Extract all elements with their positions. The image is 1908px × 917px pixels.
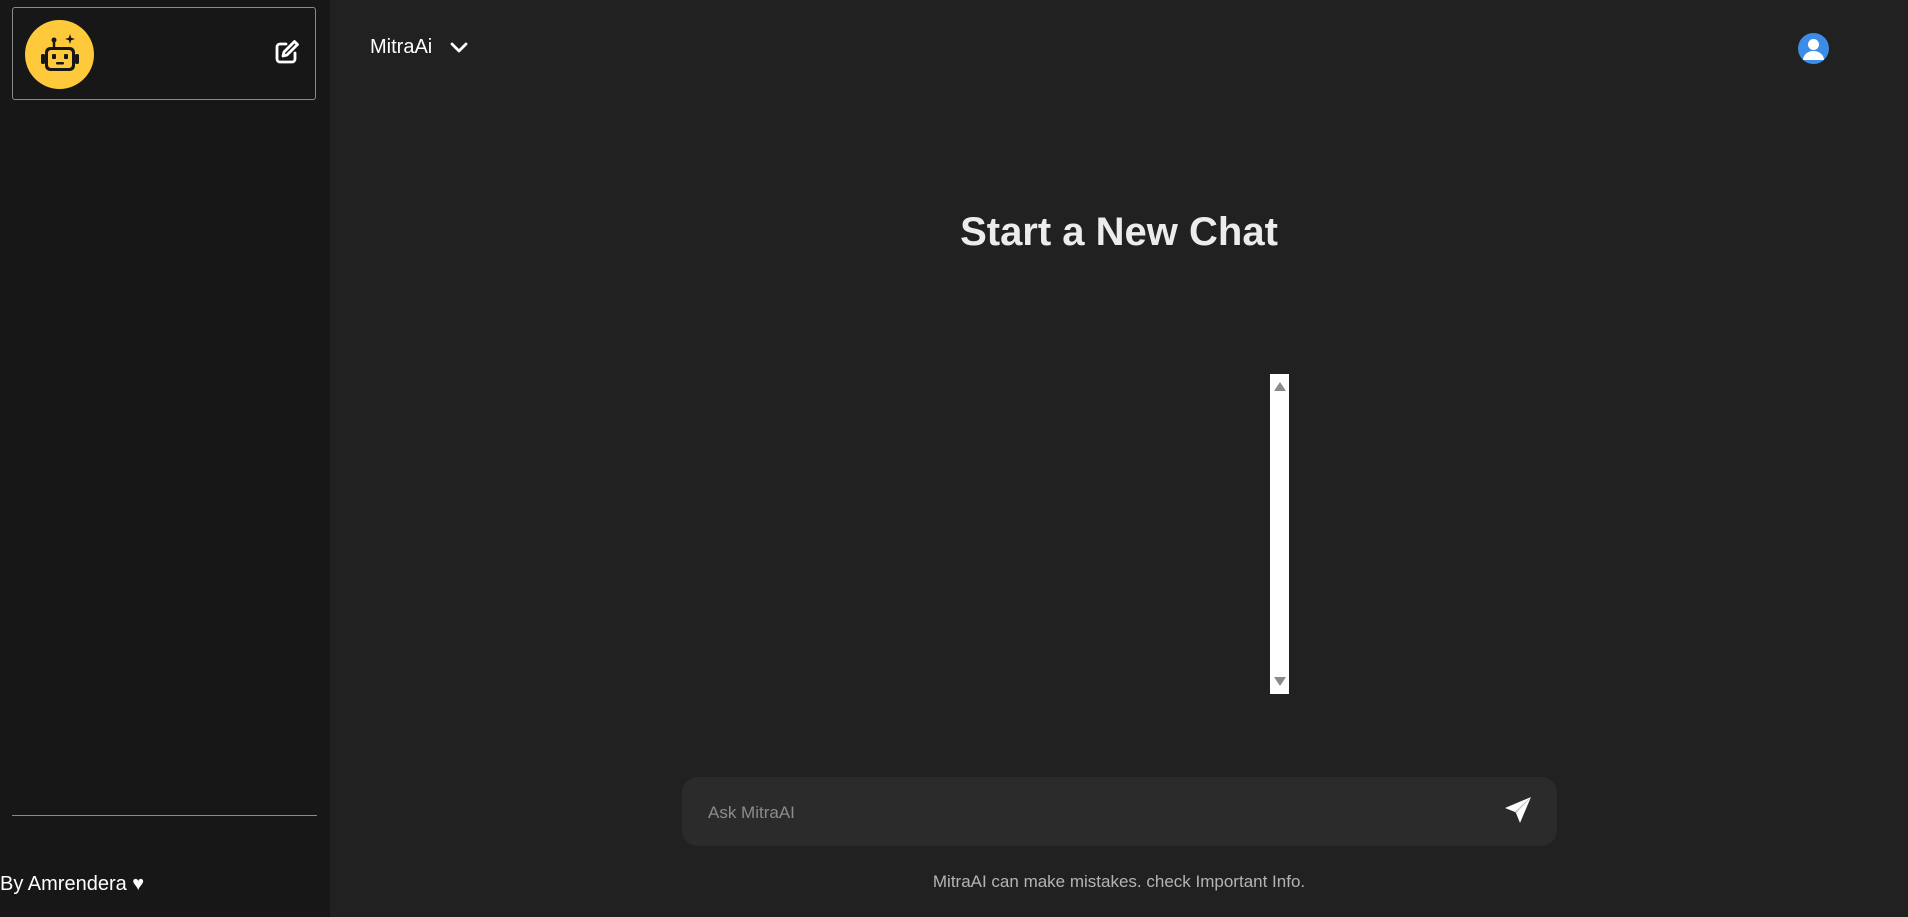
scroll-down-arrow-icon[interactable] [1274, 677, 1286, 686]
edit-icon [273, 38, 301, 71]
scroll-up-arrow-icon[interactable] [1274, 382, 1286, 391]
send-button[interactable] [1501, 795, 1535, 829]
page-title: Start a New Chat [960, 210, 1278, 254]
send-icon [1502, 794, 1534, 831]
sidebar: By Amrendera ♥ [0, 0, 330, 917]
sidebar-divider [12, 815, 317, 816]
model-name: MitraAi [370, 36, 433, 58]
chat-input[interactable] [706, 777, 1470, 848]
disclaimer-text: MitraAI can make mistakes. check Importa… [932, 872, 1306, 891]
chevron-down-icon [448, 37, 470, 59]
sidebar-header [12, 7, 316, 100]
robot-icon [25, 20, 94, 89]
chat-scrollbar[interactable] [1270, 374, 1289, 694]
new-chat-button[interactable] [271, 38, 303, 70]
user-icon[interactable] [1798, 33, 1829, 64]
chat-composer [682, 777, 1557, 848]
author-credit: By Amrendera ♥ [0, 873, 145, 895]
model-selector[interactable]: MitraAi [370, 36, 470, 59]
